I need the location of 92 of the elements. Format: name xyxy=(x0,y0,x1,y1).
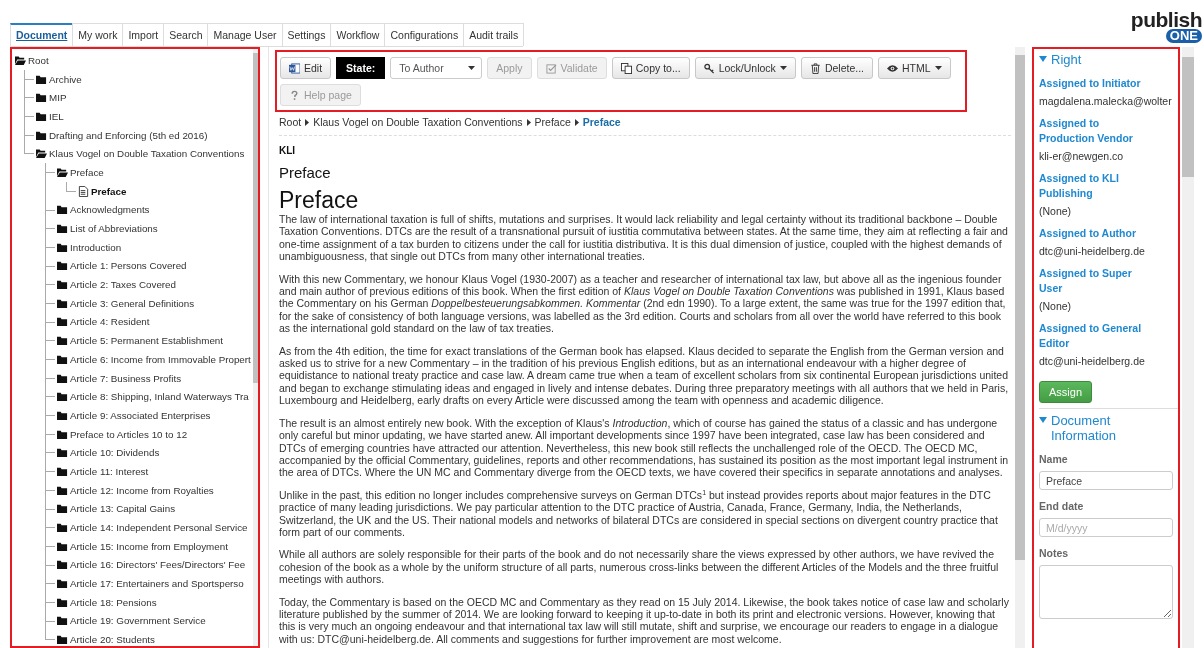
scrollbar[interactable] xyxy=(1015,47,1025,648)
paragraph: The result is an almost entirely new book. With the exception of Klaus's Introduction, which of course has gained the status of a classic and has undergone only careful but minor updating, we have started anew. All important developments since 1997 have been integrated, case law has been considered and DTCs of emerging countries have attracted our attention. Nevertheless, this new book still reflects the unchallenged role of the OECD. The OECD MC, accompanied by the official Commentary, guidelines, reports and other recommendations, has sustained its position as the most important legal instrument in the area of DTCs. Where the UN MC and Commentary diverge from the OECD texts, we have covered their specifics in separate annotations and analyses. xyxy=(279,416,1010,479)
notes-field[interactable] xyxy=(1039,565,1173,619)
section-title[interactable]: Right xyxy=(1051,52,1082,67)
breadcrumb-separator-icon xyxy=(305,118,310,126)
tree-item[interactable]: List of Abbreviations xyxy=(70,223,158,235)
state-select[interactable]: To Author xyxy=(390,57,483,79)
paragraph: Today, the Commentary is based on the OECD MC and Commentary as they read on 15 July 2014. Likewise, the book takes notice of case law and scholarly literature published by the summer of 2014. We are looking forward to keeping it up-to-date in both its print and electronic versions. However, knowing that this is very much an ongoing endeavour and that international tax law will still mutate, shift and surprise, we encourage our readers to engage in a dialogue with us: DTC@uni-heidelberg.de. All comments and suggestions for further improvement are most welcome. xyxy=(279,595,1010,646)
toolbar-button[interactable]: Copy to... xyxy=(611,57,690,79)
assignment-label: Assigned to Author xyxy=(1039,226,1138,241)
assignment-value: dtc@uni-heidelberg.de xyxy=(1039,355,1146,367)
toolbar-button[interactable]: Lock/Unlock xyxy=(694,57,796,79)
paragraph: Unlike in the past, this edition no longer includes comprehensive surveys on German DTCs$^{1}$ but instead provides reports about major features in the DTC practice of many leading jurisdictions. We pay particular attention to the DTC practice of Austria, Canada, France, Germany, India, the Netherlands, Switzerland, the UK and the US. Their national models and networks of bilateral DTCs are considered in special sections on divergent country practice that form part of our comments. xyxy=(279,488,999,539)
tree-item[interactable]: MIP xyxy=(49,92,67,104)
tree-item[interactable]: Article 2: Taxes Covered xyxy=(70,279,176,291)
tree-item[interactable]: Article 15: Income from Employment xyxy=(70,540,228,552)
trash-icon xyxy=(809,62,821,74)
tree-item[interactable]: Article 20: Students xyxy=(70,634,155,646)
breadcrumb-link[interactable]: Preface xyxy=(582,116,621,128)
tree-item[interactable]: Article 16: Directors' Fees/Directors' Fee xyxy=(70,559,246,571)
tree-item[interactable]: Article 3: General Definitions xyxy=(70,297,195,309)
document-subtitle: Preface xyxy=(279,164,332,181)
tree-item[interactable]: Klaus Vogel on Double Taxation Conventions xyxy=(49,148,245,160)
tree-item[interactable]: Article 11: Interest xyxy=(70,465,149,477)
tree-item[interactable]: Article 12: Income from Royalties xyxy=(70,484,214,496)
caret-icon xyxy=(468,66,476,70)
field-label: End date xyxy=(1039,500,1085,512)
checkbox-icon xyxy=(545,62,557,74)
tree-item[interactable]: Preface xyxy=(91,185,127,197)
document-code: KLI xyxy=(279,145,297,156)
tree-item[interactable]: Article 18: Pensions xyxy=(70,596,157,608)
field-label: Notes xyxy=(1039,547,1070,559)
paragraph: As from the 4th edition, the time for exact translations of the German book has elapsed. Klaus decided to separate the English from the German version and asked us to strive for a new Commentary – in the tradition of his previous English editions, but as an international endeavour with a higher degree of equidistance to national treaty practice and case law. A dream came true when a team of excellent scholars from six continental European jurisdictions united and began to exchange stimulating ideas and engaged in lively and intense debates. During three preparatory meetings with all authors that we held in Paris, Luxembourg and Heidelberg, early drafts on every Article were discussed among the team with openness and academic diligence. xyxy=(279,344,1010,407)
tree-item[interactable]: Article 9: Associated Enterprises xyxy=(70,409,211,421)
scrollbar[interactable] xyxy=(253,49,258,646)
assignment-label: Assigned to KLI Publishing xyxy=(1039,171,1120,201)
assignment-value: magdalena.malecka@wolter xyxy=(1039,95,1173,107)
question-icon xyxy=(289,89,300,101)
tree-item[interactable]: Article 4: Resident xyxy=(70,316,150,328)
word-icon xyxy=(289,62,300,74)
tree-item[interactable]: Article 19: Government Service xyxy=(70,615,206,627)
toolbar-button[interactable]: HTML xyxy=(878,57,951,79)
section-title[interactable]: Document Information xyxy=(1051,413,1178,443)
tree-item[interactable]: Article 6: Income from Immovable Propert xyxy=(70,353,251,365)
logo-badge: ONE xyxy=(1165,29,1202,43)
toolbar-button[interactable]: Delete... xyxy=(800,57,873,79)
tree-item[interactable]: Preface xyxy=(70,166,104,178)
tree-item[interactable]: Archive xyxy=(49,73,82,85)
assignment-value: (None) xyxy=(1039,205,1073,217)
tree-item[interactable]: Introduction xyxy=(70,241,122,253)
breadcrumb-link[interactable]: Preface xyxy=(534,116,571,128)
state-label: State: xyxy=(336,57,386,79)
tree-item[interactable]: Article 10: Dividends xyxy=(70,447,160,459)
assignment-value: dtc@uni-heidelberg.de xyxy=(1039,245,1146,257)
tree-item[interactable]: Article 5: Permanent Establishment xyxy=(70,335,223,347)
assignment-label: Assigned to Production Vendor xyxy=(1039,116,1134,146)
tree-item[interactable]: Preface to Articles 10 to 12 xyxy=(70,428,188,440)
breadcrumb-link[interactable]: Klaus Vogel on Double Taxation Conventions xyxy=(313,116,523,128)
nav-tab[interactable]: Document xyxy=(10,23,74,46)
tree-item[interactable]: Root xyxy=(28,54,49,66)
assignment-label: Assigned to Super User xyxy=(1039,266,1133,296)
field-label: Name xyxy=(1039,453,1069,465)
assignment-label: Assigned to Initiator xyxy=(1039,76,1142,91)
paragraph: The law of international taxation is full of shifts, mutations and surprises. It would lack reliability and legal certainty without its traditional backbone – Double Taxation Conventions. DTCs are the result of a transnational pursuit of iustitia commutativa between states. At the same time, they aim at reflecting a fair and one-time assignment of a tax burden to citizens under the call for iustitia distributiva. It is this dual dimension of justice, coupled with the highest demands of unambiguousness, that single out DTCs from many other international treaties. xyxy=(279,213,1009,263)
assignment-value: (None) xyxy=(1039,300,1073,312)
paragraph: While all authors are solely responsible for their parts of the book and do not necessarily share the views expressed by other authors, we have revived the cohesion of the book as a whole by the uniform structure of all parts, numerous cross-links between the different Articles of the Models and the three fruitful meetings with authors. xyxy=(279,548,1000,586)
scrollbar[interactable] xyxy=(1182,47,1194,648)
assignment-value: kli-er@newgen.co xyxy=(1039,150,1125,162)
document-icon xyxy=(78,185,89,197)
breadcrumb-separator-icon xyxy=(526,118,531,126)
toolbar-button[interactable]: Edit xyxy=(280,57,332,79)
tree-item[interactable]: Article 14: Independent Personal Service xyxy=(70,522,248,534)
breadcrumb-link[interactable]: Root xyxy=(279,116,302,128)
assignment-label: Assigned to General Editor xyxy=(1039,321,1143,351)
logo-wordmark: publish xyxy=(1130,10,1202,30)
tree-item[interactable]: Article 1: Persons Covered xyxy=(70,260,187,272)
tree-item[interactable]: Article 7: Business Profits xyxy=(70,372,182,384)
tree-item[interactable]: IEL xyxy=(49,110,64,122)
tree-item[interactable]: Drafting and Enforcing (5th ed 2016) xyxy=(49,129,208,141)
breadcrumb-separator-icon xyxy=(574,118,579,126)
key-icon xyxy=(703,62,715,74)
tree-item[interactable]: Article 13: Capital Gains xyxy=(70,503,176,515)
document-title: Preface xyxy=(279,187,360,213)
nav-tab[interactable]: Audit trails xyxy=(463,23,525,46)
tree-item[interactable]: Article 8: Shipping, Inland Waterways Tra xyxy=(70,391,249,403)
tree-item[interactable]: Acknowledgments xyxy=(70,204,150,216)
eye-icon xyxy=(887,62,898,74)
tree-item[interactable]: Article 17: Entertainers and Sportsperso xyxy=(70,578,244,590)
input-field[interactable]: M/d/yyyy xyxy=(1039,518,1173,537)
input-field[interactable]: Preface xyxy=(1039,471,1173,490)
paragraph: With this new Commentary, we honour Klaus Vogel (1930-2007) as a teacher and researcher of international tax law, but above all as the ingenious founder and main author of previous editions of this book. When the first edition of Klaus Vogel on Double Taxation Conventions was published in 1991, Klaus based the Commentary on his German Doppelbesteuerungsabkommen. Kommentar (2nd edn 1990). To a large extent, the same was true for the 1997 edition that, for the sake of consistency of both language versions, was labelled as the 3rd edition. Courts and scholars from all over the world have referred to this book as the international gold standard on the law of tax treaties. xyxy=(279,272,1007,335)
copy-icon xyxy=(620,62,632,74)
